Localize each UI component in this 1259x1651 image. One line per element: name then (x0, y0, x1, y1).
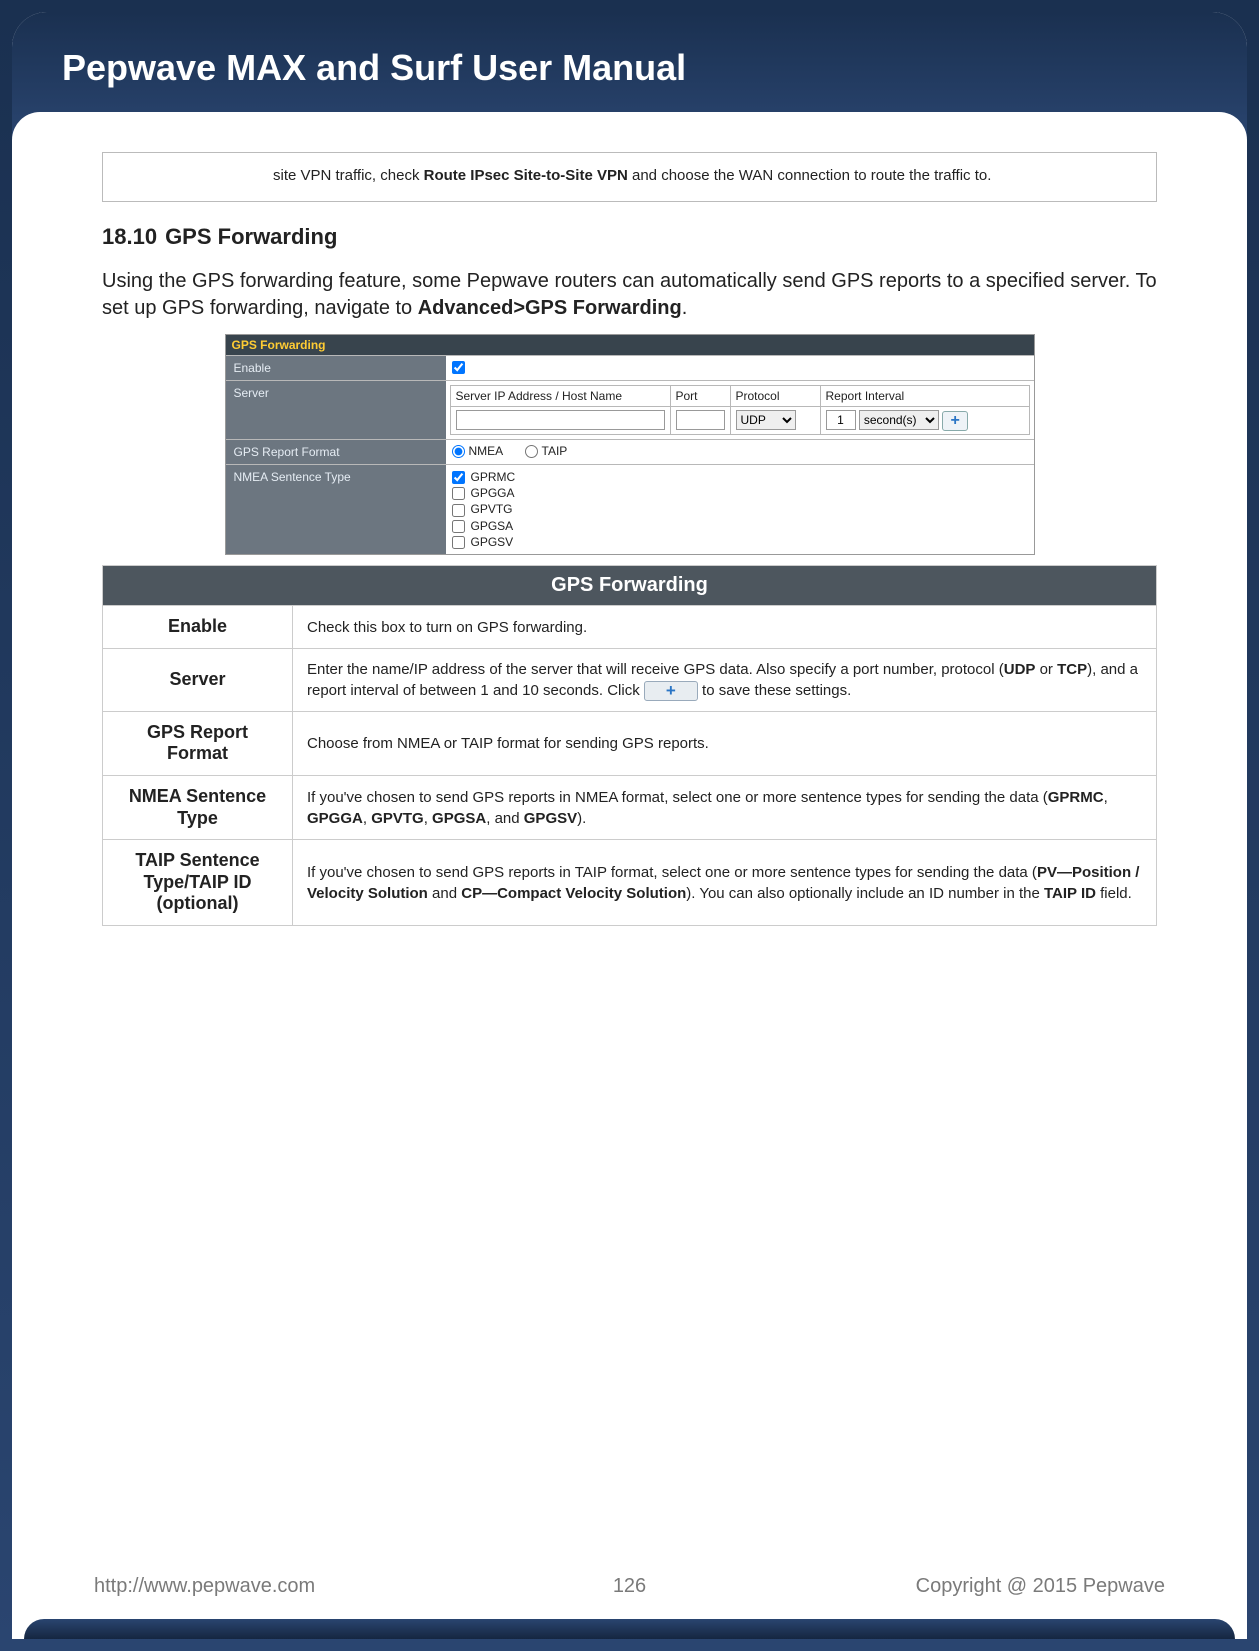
server-port-input[interactable] (676, 410, 725, 430)
desc-nmea-c3: , (424, 810, 432, 827)
nmea-gpgga-checkbox[interactable] (452, 487, 465, 500)
nmea-gpgsv-checkbox[interactable] (452, 536, 465, 549)
description-table: GPS Forwarding Enable Check this box to … (102, 565, 1157, 926)
desc-nmea-t2: ). (577, 810, 586, 827)
footer-page-number: 126 (613, 1575, 646, 1598)
server-interval-input[interactable] (826, 410, 856, 430)
desc-server-label: Server (103, 648, 293, 711)
nmea-opt-3: GPGSA (471, 519, 514, 533)
server-interval-unit[interactable]: second(s) (859, 410, 939, 430)
config-label-format: GPS Report Format (226, 440, 446, 464)
nmea-gprmc-checkbox[interactable] (452, 471, 465, 484)
desc-nmea-b5: GPGSV (524, 810, 577, 827)
desc-taip-t2: ). You can also optionally include an ID… (686, 885, 1044, 902)
desc-nmea-c4: , and (486, 810, 524, 827)
desc-server-t2: or (1035, 661, 1057, 678)
format-taip-label: TAIP (542, 444, 568, 458)
topbox-pretext: site VPN traffic, check (273, 167, 424, 184)
nmea-opt-0: GPRMC (471, 470, 516, 484)
config-label-server: Server (226, 381, 446, 439)
desc-server-t4: to save these settings. (698, 682, 851, 699)
config-label-nmea: NMEA Sentence Type (226, 465, 446, 555)
desc-nmea-b4: GPGSA (432, 810, 486, 827)
nmea-gpvtg-checkbox[interactable] (452, 504, 465, 517)
desc-server-b1: UDP (1004, 661, 1036, 678)
desc-enable-text: Check this box to turn on GPS forwarding… (293, 606, 1157, 649)
server-col-interval: Report Interval (820, 385, 1029, 406)
intro-paragraph: Using the GPS forwarding feature, some P… (102, 268, 1157, 322)
continuation-box: site VPN traffic, check Route IPsec Site… (102, 152, 1157, 202)
nmea-opt-4: GPGSV (471, 535, 514, 549)
intro-text-c: . (682, 297, 688, 319)
desc-server-b2: TCP (1057, 661, 1087, 678)
enable-checkbox[interactable] (452, 361, 465, 374)
desc-taip-c1: and (428, 885, 461, 902)
topbox-bold: Route IPsec Site-to-Site VPN (424, 167, 628, 184)
server-col-ip: Server IP Address / Host Name (450, 385, 670, 406)
footer-url: http://www.pepwave.com (94, 1575, 315, 1598)
desc-format-text: Choose from NMEA or TAIP format for send… (293, 711, 1157, 775)
desc-server-plus-icon: + (644, 681, 698, 701)
page-title: Pepwave MAX and Surf User Manual (62, 47, 1197, 89)
desc-server-t1: Enter the name/IP address of the server … (307, 661, 1004, 678)
desc-nmea-label: NMEA Sentence Type (103, 776, 293, 840)
config-panel: GPS Forwarding Enable Server Server IP A… (225, 334, 1035, 555)
section-number: 18.10 (102, 224, 157, 249)
desc-enable-label: Enable (103, 606, 293, 649)
format-radio-nmea[interactable] (452, 445, 465, 458)
nmea-opt-1: GPGGA (471, 486, 515, 500)
desc-taip-t3: field. (1096, 885, 1132, 902)
desc-server-text: Enter the name/IP address of the server … (293, 648, 1157, 711)
desc-nmea-b1: GPRMC (1048, 789, 1104, 806)
nmea-gpgsa-checkbox[interactable] (452, 520, 465, 533)
section-heading: 18.10 GPS Forwarding (102, 224, 1157, 250)
desc-taip-text: If you've chosen to send GPS reports in … (293, 840, 1157, 926)
intro-text-b: Advanced>GPS Forwarding (418, 297, 682, 319)
page-footer: http://www.pepwave.com 126 Copyright @ 2… (24, 1554, 1235, 1639)
config-panel-title: GPS Forwarding (226, 335, 1034, 355)
desc-taip-t1: If you've chosen to send GPS reports in … (307, 864, 1037, 881)
section-title: GPS Forwarding (165, 224, 337, 249)
topbox-post: and choose the WAN connection to route t… (628, 167, 992, 184)
desc-nmea-c1: , (1104, 789, 1108, 806)
desc-nmea-text: If you've chosen to send GPS reports in … (293, 776, 1157, 840)
server-ip-input[interactable] (456, 410, 665, 430)
server-add-button[interactable]: + (942, 411, 968, 431)
format-nmea-label: NMEA (469, 444, 504, 458)
nmea-opt-2: GPVTG (471, 502, 513, 516)
desc-taip-b3: TAIP ID (1044, 885, 1096, 902)
server-col-proto: Protocol (730, 385, 820, 406)
desc-nmea-b3: GPVTG (371, 810, 424, 827)
desc-taip-b2: CP—Compact Velocity Solution (461, 885, 686, 902)
desc-format-label: GPS Report Format (103, 711, 293, 775)
desc-taip-label: TAIP Sentence Type/TAIP ID (optional) (103, 840, 293, 926)
desc-header: GPS Forwarding (103, 566, 1157, 606)
footer-copyright: Copyright @ 2015 Pepwave (916, 1575, 1165, 1598)
desc-nmea-b2: GPGGA (307, 810, 363, 827)
desc-nmea-t1: If you've chosen to send GPS reports in … (307, 789, 1048, 806)
config-label-enable: Enable (226, 356, 446, 380)
format-radio-taip[interactable] (525, 445, 538, 458)
server-col-port: Port (670, 385, 730, 406)
desc-nmea-c2: , (363, 810, 371, 827)
server-proto-select[interactable]: UDP (736, 410, 796, 430)
